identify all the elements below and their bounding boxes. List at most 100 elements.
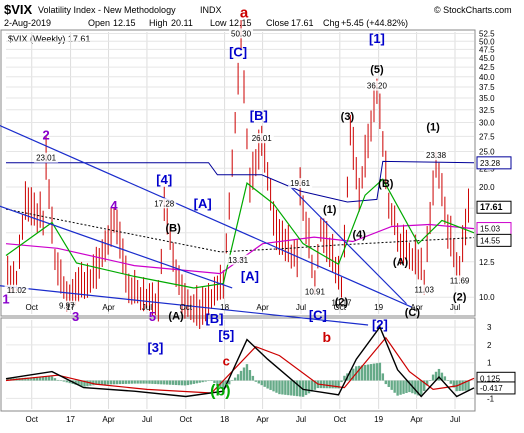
chart-date: 2-Aug-2019 <box>4 18 51 28</box>
price-label: 11.03 <box>414 286 434 295</box>
price-x-tick-label: 18 <box>220 303 229 312</box>
price-y-tick-label: 45.0 <box>479 54 495 63</box>
histogram-bar <box>192 380 195 384</box>
wave-label: [C] <box>309 307 327 322</box>
price-x-tick-label: Apr <box>256 303 269 312</box>
osc-x-tick-label: Jul <box>296 415 306 424</box>
wave-label: (5) <box>370 64 384 76</box>
histogram-bar <box>109 380 113 385</box>
histogram-bar <box>160 380 163 385</box>
histogram-bar <box>290 380 293 396</box>
histogram-bar <box>183 380 187 386</box>
osc-x-tick-label: 18 <box>220 415 229 424</box>
wave-label: (B) <box>165 223 181 235</box>
price-y-tick-label: 20.0 <box>479 183 495 192</box>
histogram-bar <box>328 380 331 389</box>
price-y-tick-label: 30.0 <box>479 119 495 128</box>
histogram-bar <box>325 380 328 389</box>
price-label: 13.31 <box>228 256 249 265</box>
value-tag: 17.61 <box>480 202 503 212</box>
histogram-bar <box>236 374 240 381</box>
wave-label: (B) <box>378 178 394 190</box>
value-tag: 14.55 <box>480 236 501 245</box>
osc-x-tick-label: Oct <box>180 415 193 424</box>
histogram-bar <box>284 380 287 395</box>
histogram-bar <box>148 380 151 384</box>
price-y-tick-label: 25.0 <box>479 148 495 157</box>
histogram-bar <box>269 380 272 390</box>
histogram-bar <box>420 380 423 397</box>
wave-label: b <box>322 329 331 345</box>
price-y-tick-label: 10.0 <box>479 293 495 302</box>
histogram-bar <box>166 380 169 385</box>
osc-x-tick-label: Apr <box>102 415 115 424</box>
histogram-bar <box>446 380 450 381</box>
histogram-bar <box>115 380 119 385</box>
histogram-bar <box>396 380 399 396</box>
histogram-bar <box>405 380 408 393</box>
histogram-bar <box>230 380 234 382</box>
chart-index-name: Volatility Index - New Methodology <box>38 5 176 15</box>
osc-x-tick-label: 19 <box>374 415 383 424</box>
histogram-bar <box>204 380 207 382</box>
wave-label: [1] <box>369 31 385 46</box>
histogram-bar <box>47 376 51 381</box>
price-label: 19.61 <box>290 179 311 188</box>
chart-exchange: INDX <box>200 5 222 15</box>
histogram-bar <box>189 380 193 385</box>
value-tag: 15.03 <box>480 225 501 234</box>
osc-wave-label: [5] <box>218 328 234 343</box>
osc-x-tick-label: Apr <box>256 415 269 424</box>
histogram-bar <box>381 373 385 381</box>
grid-lines <box>6 32 474 409</box>
histogram-bar <box>62 380 66 382</box>
histogram-bar <box>56 379 60 381</box>
wave-label: 1 <box>2 292 9 307</box>
histogram-bar <box>278 380 281 395</box>
indicator-lines <box>0 124 475 326</box>
price-label: 23.01 <box>36 154 57 163</box>
histogram-bar <box>242 367 246 381</box>
histogram-bar <box>174 380 178 386</box>
histogram-bar <box>50 376 54 381</box>
histogram-bar <box>130 380 133 384</box>
wave-label: (1) <box>426 122 440 134</box>
vix-chart: $VIX Volatility Index - New Methodology … <box>0 0 524 433</box>
price-y-tick-label: 37.5 <box>479 83 495 92</box>
price-x-tick-label: Oct <box>26 303 39 312</box>
wave-label: [A] <box>241 269 259 284</box>
histogram-bar <box>139 380 142 384</box>
histogram-bar <box>334 380 337 389</box>
histogram-bar <box>248 370 252 381</box>
wave-label: (2) <box>453 291 467 303</box>
legend-text: $VIX (Weekly) 17.61 <box>8 34 90 44</box>
price-label: 26.01 <box>252 134 273 143</box>
price-x-tick-label: Oct <box>334 303 347 312</box>
histogram-bar <box>372 363 376 381</box>
histogram-bar <box>331 380 334 389</box>
histogram-bar <box>103 380 107 385</box>
price-x-tick-label: Jul <box>450 303 460 312</box>
value-tag: 23.28 <box>480 159 501 168</box>
wave-label: [4] <box>156 172 172 187</box>
wave-label: 4 <box>110 198 118 213</box>
histogram-bar <box>378 362 382 381</box>
wave-label: [A] <box>194 196 212 211</box>
histogram-bar <box>443 376 447 381</box>
price-y-tick-label: 35.0 <box>479 94 495 103</box>
price-label: 50.30 <box>231 29 252 38</box>
histogram-bar <box>118 380 122 385</box>
price-label: 10.91 <box>305 287 326 296</box>
histogram-bar <box>458 380 461 392</box>
histogram-bar <box>142 380 145 384</box>
histogram-bar <box>375 363 379 381</box>
osc-wave-label: c <box>223 353 230 368</box>
price-x-tick-label: Oct <box>180 303 193 312</box>
wave-label: (1) <box>323 204 337 216</box>
high-label: High <box>149 18 168 28</box>
histogram-bar <box>180 380 184 386</box>
osc-x-tick-label: Apr <box>410 415 423 424</box>
histogram-bar <box>59 380 63 382</box>
osc-y-tick-label: 3 <box>487 323 492 332</box>
histogram-bar <box>260 380 263 386</box>
